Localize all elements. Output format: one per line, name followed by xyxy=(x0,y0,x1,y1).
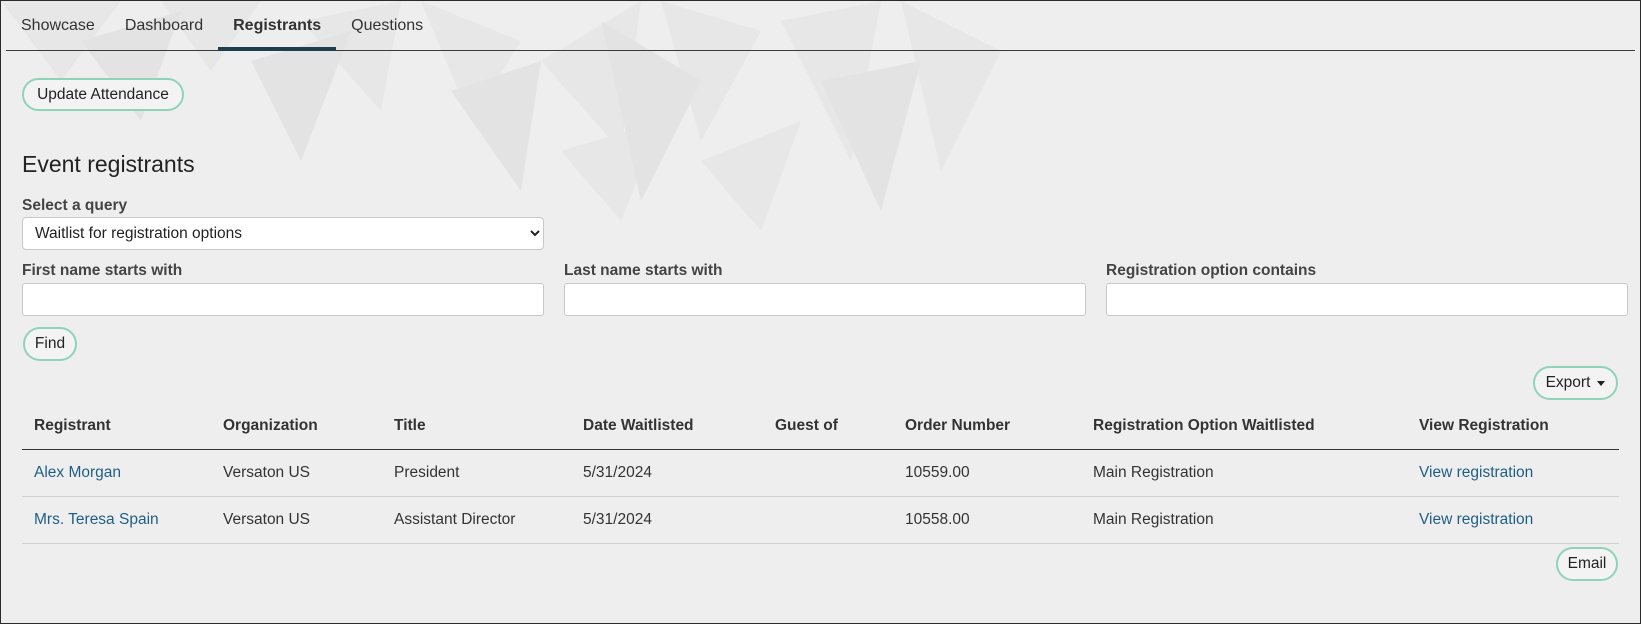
col-guest-of[interactable]: Guest of xyxy=(763,403,893,450)
col-registrant[interactable]: Registrant xyxy=(22,403,211,450)
guest-of-cell xyxy=(763,496,893,544)
query-select[interactable]: Waitlist for registration options xyxy=(22,217,544,250)
date-cell: 5/31/2024 xyxy=(571,449,763,497)
view-registration-link[interactable]: View registration xyxy=(1419,464,1533,481)
col-order-number[interactable]: Order Number xyxy=(893,403,1081,450)
col-organization[interactable]: Organization xyxy=(211,403,382,450)
title-cell: President xyxy=(382,449,571,497)
order-number-cell: 10559.00 xyxy=(893,449,1081,497)
registrant-link[interactable]: Mrs. Teresa Spain xyxy=(34,511,159,528)
registrant-link[interactable]: Alex Morgan xyxy=(34,464,121,481)
view-registration-link[interactable]: View registration xyxy=(1419,511,1533,528)
export-button[interactable]: Export xyxy=(1533,366,1618,400)
view-registration-cell: View registration xyxy=(1407,496,1619,544)
tab-dashboard[interactable]: Dashboard xyxy=(110,1,218,50)
page-frame: Showcase Dashboard Registrants Questions… xyxy=(0,0,1641,624)
registration-option-input[interactable] xyxy=(1106,283,1628,316)
export-label: Export xyxy=(1545,374,1591,391)
table-header-row: Registrant Organization Title Date Waitl… xyxy=(22,403,1619,450)
date-cell: 5/31/2024 xyxy=(571,496,763,544)
guest-of-cell xyxy=(763,449,893,497)
col-title[interactable]: Title xyxy=(382,403,571,450)
query-label: Select a query xyxy=(22,197,128,214)
organization-cell: Versaton US xyxy=(211,496,382,544)
registrant-cell: Alex Morgan xyxy=(22,449,211,497)
title-cell: Assistant Director xyxy=(382,496,571,544)
table-row: Mrs. Teresa Spain Versaton US Assistant … xyxy=(22,496,1619,544)
registrant-cell: Mrs. Teresa Spain xyxy=(22,496,211,544)
tab-registrants[interactable]: Registrants xyxy=(218,1,337,51)
tab-questions[interactable]: Questions xyxy=(336,1,438,50)
registration-option-cell: Main Registration xyxy=(1081,496,1407,544)
order-number-cell: 10558.00 xyxy=(893,496,1081,544)
tab-showcase[interactable]: Showcase xyxy=(6,1,110,50)
update-attendance-button[interactable]: Update Attendance xyxy=(22,78,184,111)
registration-option-label: Registration option contains xyxy=(1106,262,1317,279)
section-title: Event registrants xyxy=(22,151,195,177)
caret-down-icon xyxy=(1597,380,1606,386)
col-date-waitlisted[interactable]: Date Waitlisted xyxy=(571,403,763,450)
last-name-input[interactable] xyxy=(564,283,1086,316)
view-registration-cell: View registration xyxy=(1407,449,1619,497)
col-view-registration[interactable]: View Registration xyxy=(1407,403,1619,450)
organization-cell: Versaton US xyxy=(211,449,382,497)
registrants-table: Registrant Organization Title Date Waitl… xyxy=(22,403,1619,544)
email-button[interactable]: Email xyxy=(1556,547,1618,581)
registration-option-cell: Main Registration xyxy=(1081,449,1407,497)
first-name-label: First name starts with xyxy=(22,262,183,279)
last-name-label: Last name starts with xyxy=(564,262,723,279)
first-name-input[interactable] xyxy=(22,283,544,316)
find-button[interactable]: Find xyxy=(23,327,77,361)
tab-bar: Showcase Dashboard Registrants Questions xyxy=(6,1,1635,51)
table-row: Alex Morgan Versaton US President 5/31/2… xyxy=(22,449,1619,497)
col-registration-option[interactable]: Registration Option Waitlisted xyxy=(1081,403,1407,450)
